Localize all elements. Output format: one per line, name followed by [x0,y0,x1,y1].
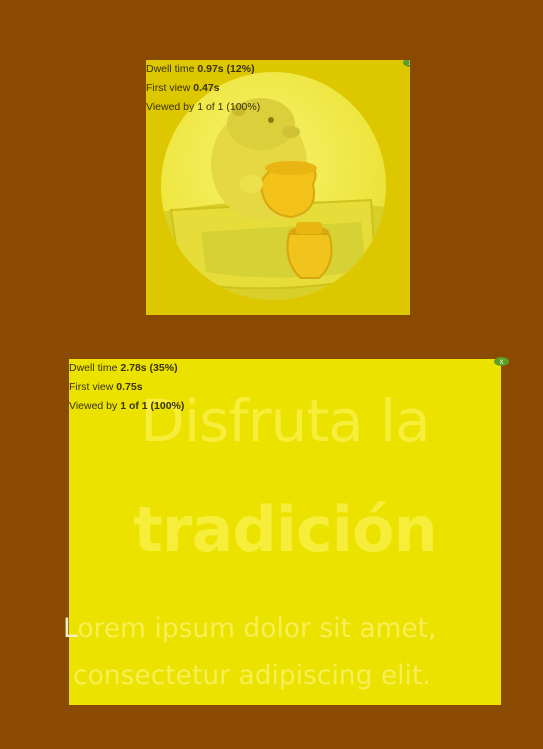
viewed-by-stat: Viewed by 1 of 1 (100%) [69,400,185,412]
dwell-time-stat: Dwell time 0.97s (12%) [146,63,255,75]
body-text: Lorem ipsum dolor sit amet, consectetur … [63,605,483,699]
text-aoi-overlay: Disfruta la tradición Lorem ipsum dolor … [63,357,509,705]
text-aoi-close-button[interactable]: x [494,357,509,366]
text-aoi-stats: Dwell time 2.78s (35%) First view 0.75s … [69,359,184,416]
body-text-line-2: consectetur adipiscing elit. [73,660,431,691]
image-aoi-stats: Dwell time 0.97s (12%) First view 0.47s … [146,60,260,117]
viewed-by-stat: Viewed by 1 of 1 (100%) [146,101,261,113]
headline-line-2: tradición [133,493,437,566]
body-text-line-1: Lorem ipsum dolor sit amet, [63,613,437,644]
image-aoi-overlay: Dwell time 0.97s (12%) First view 0.47s … [146,60,410,315]
first-view-stat: First view 0.75s [69,381,143,393]
first-view-stat: First view 0.47s [146,82,220,94]
dwell-time-stat: Dwell time 2.78s (35%) [69,362,178,374]
image-aoi-close-button[interactable]: x [403,60,410,67]
